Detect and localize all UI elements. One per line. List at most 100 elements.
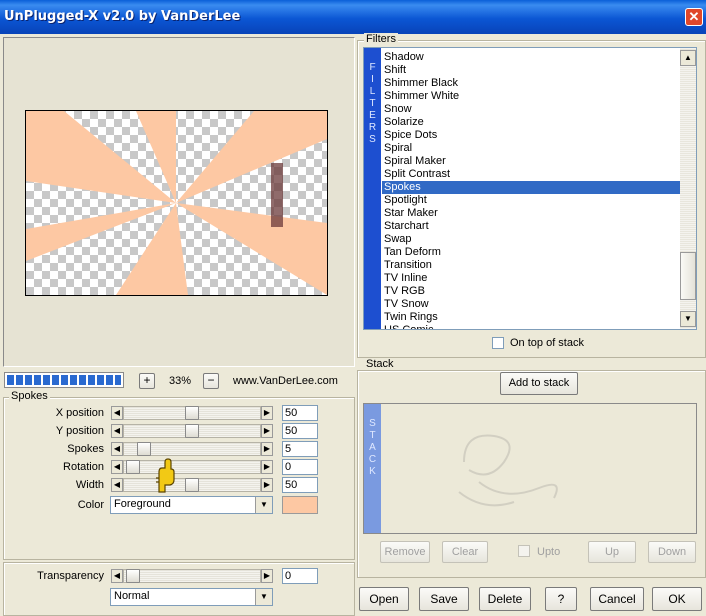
filter-item[interactable]: Spiral [382,142,680,155]
blend-mode-value: Normal [114,590,150,602]
filter-item[interactable]: Shimmer White [382,90,680,103]
filter-item[interactable]: Spiral Maker [382,155,680,168]
down-button[interactable]: Down [648,541,696,563]
clear-button[interactable]: Clear [442,541,488,563]
y-position-label: Y position [55,425,104,437]
window-title: UnPlugged-X v2.0 by VanDerLee [4,9,241,24]
open-button[interactable]: Open [359,587,409,611]
filter-item[interactable]: Transition [382,259,680,272]
on-top-label: On top of stack [510,337,584,349]
filter-item[interactable]: Spice Dots [382,129,680,142]
filter-item[interactable]: TV Snow [382,298,680,311]
filter-item[interactable]: Star Maker [382,207,680,220]
scroll-up-arrow[interactable]: ▲ [680,50,696,66]
delete-button[interactable]: Delete [479,587,531,611]
remove-button[interactable]: Remove [380,541,430,563]
spokes-legend: Spokes [9,390,50,402]
y-position-slider-thumb[interactable] [185,424,199,438]
filters-scrollbar[interactable]: ▲ ▼ [680,48,696,329]
stack-list[interactable]: STACK [363,403,697,534]
width-right-arrow[interactable]: ▶ [261,478,273,492]
help-button[interactable]: ? [545,587,577,611]
hand-pointer-icon [156,458,175,493]
color-select[interactable]: Foreground ▼ [110,496,273,514]
filter-item[interactable]: Swap [382,233,680,246]
zoom-out-button[interactable]: − [203,373,219,389]
x-position-left-arrow[interactable]: ◀ [111,406,123,420]
transparency-value[interactable]: 0 [282,568,318,584]
width-slider-thumb[interactable] [185,478,199,492]
upto-label: Upto [537,546,561,558]
filter-item[interactable]: Solarize [382,116,680,129]
chevron-down-icon[interactable]: ▼ [255,497,272,513]
filter-item[interactable]: US Comic [382,324,680,329]
width-label: Width [75,479,104,491]
spokes-left-arrow[interactable]: ◀ [111,442,123,456]
x-position-slider-thumb[interactable] [185,406,199,420]
close-button[interactable]: ✕ [685,8,703,26]
width-value[interactable]: 50 [282,477,318,493]
x-position-right-arrow[interactable]: ▶ [261,406,273,420]
website-link[interactable]: www.VanDerLee.com [233,375,338,387]
filters-list[interactable]: FILTERS Shadow Shift Shimmer Black Shimmer … [363,47,697,330]
width-left-arrow[interactable]: ◀ [111,478,123,492]
x-position-label: X position [55,407,104,419]
rotation-label: Rotation [63,461,104,473]
spokes-value[interactable]: 5 [282,441,318,457]
zoom-in-button[interactable]: + [139,373,155,389]
filter-item[interactable]: Shift [382,64,680,77]
watermark-logo [458,434,558,507]
filter-item[interactable]: Shimmer Black [382,77,680,90]
transparency-slider-thumb[interactable] [126,569,140,583]
filter-item[interactable]: TV RGB [382,285,680,298]
transparency-left-arrow[interactable]: ◀ [111,569,123,583]
progress-fill [7,375,121,385]
filter-item[interactable]: Snow [382,103,680,116]
close-icon: ✕ [688,9,700,24]
upto-checkbox[interactable] [518,545,530,557]
stack-side-label: STACK [364,404,381,533]
y-position-right-arrow[interactable]: ▶ [261,424,273,438]
rotation-slider-thumb[interactable] [126,460,140,474]
y-position-left-arrow[interactable]: ◀ [111,424,123,438]
save-button[interactable]: Save [419,587,469,611]
rotation-right-arrow[interactable]: ▶ [261,460,273,474]
filter-item[interactable]: Spotlight [382,194,680,207]
color-label: Color [77,499,104,511]
add-to-stack-button[interactable]: Add to stack [500,372,578,395]
blend-mode-select[interactable]: Normal ▼ [110,588,273,606]
x-position-value[interactable]: 50 [282,405,318,421]
spokes-right-arrow[interactable]: ▶ [261,442,273,456]
filter-item[interactable]: Twin Rings [382,311,680,324]
filter-item[interactable]: TV Inline [382,272,680,285]
filters-legend: Filters [364,33,398,45]
rotation-slider[interactable] [123,460,261,474]
filters-items: Shadow Shift Shimmer Black Shimmer White Sno… [382,51,680,329]
preview-area[interactable] [3,37,355,367]
up-button[interactable]: Up [588,541,636,563]
zoom-level: 33% [168,375,192,387]
rotation-value[interactable]: 0 [282,459,318,475]
progress-bar [4,372,124,388]
color-swatch[interactable] [282,496,318,514]
filters-side-label: FILTERS [364,48,381,329]
stack-legend: Stack [364,358,396,370]
spokes-label: Spokes [67,443,104,455]
filter-item[interactable]: Tan Deform [382,246,680,259]
cancel-button[interactable]: Cancel [590,587,644,611]
on-top-checkbox[interactable] [492,337,504,349]
rotation-left-arrow[interactable]: ◀ [111,460,123,474]
ok-button[interactable]: OK [652,587,702,611]
transparency-slider[interactable] [123,569,261,583]
transparency-right-arrow[interactable]: ▶ [261,569,273,583]
color-select-value: Foreground [114,498,171,510]
chevron-down-icon[interactable]: ▼ [255,589,272,605]
scroll-down-arrow[interactable]: ▼ [680,311,696,327]
scroll-thumb[interactable] [680,252,696,300]
spokes-slider-thumb[interactable] [137,442,151,456]
filter-item[interactable]: Spokes [382,181,680,194]
filter-item[interactable]: Shadow [382,51,680,64]
filter-item[interactable]: Starchart [382,220,680,233]
filter-item[interactable]: Split Contrast [382,168,680,181]
y-position-value[interactable]: 50 [282,423,318,439]
